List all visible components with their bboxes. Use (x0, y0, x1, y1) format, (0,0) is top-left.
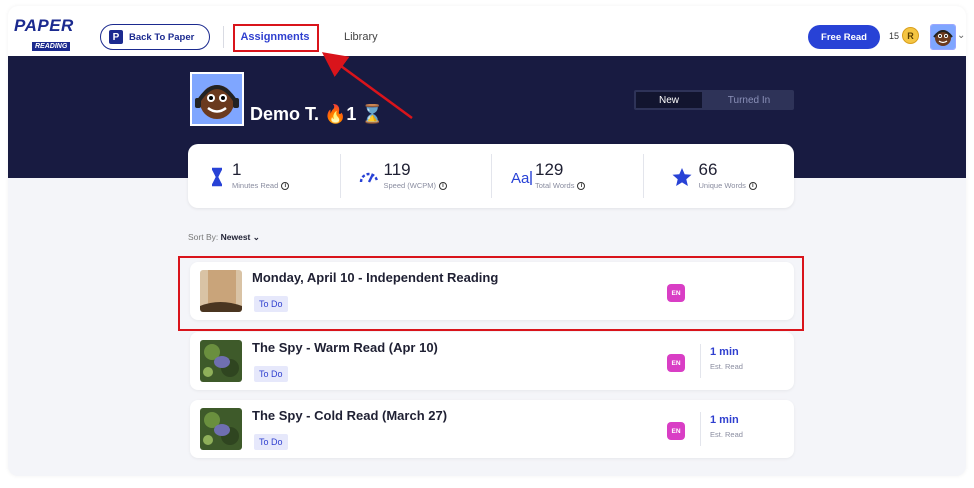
estimated-read-time: 1 min (710, 414, 739, 426)
language-badge: EN (667, 354, 685, 372)
stat-value: 119 (383, 160, 411, 179)
reading-stats-card: 1 Minutes Read i 119 Speed (WCPM) i Aa 129… (188, 144, 794, 208)
stat-value: 129 (535, 160, 564, 179)
avatar-face-icon (192, 74, 242, 124)
estimated-read-label: Est. Read (710, 362, 743, 371)
estimated-read-label: Est. Read (710, 430, 743, 439)
stat-total-words: Aa 129 Total Words i (491, 144, 643, 208)
user-avatar[interactable] (930, 24, 956, 50)
speedometer-icon (359, 172, 378, 183)
assignment-card[interactable]: Monday, April 10 - Independent Reading T… (190, 262, 794, 320)
info-icon[interactable]: i (577, 181, 586, 190)
assignment-title: The Spy - Warm Read (Apr 10) (252, 340, 438, 355)
star-icon (672, 168, 691, 186)
text-size-icon: Aa (511, 170, 532, 187)
divider (700, 344, 701, 378)
status-badge: To Do (254, 434, 288, 450)
paper-reading-logo[interactable]: PAPER READING (14, 17, 76, 51)
estimated-read-time: 1 min (710, 346, 739, 358)
sort-label: Sort By: (188, 232, 219, 242)
assignment-status-toggle: New Turned In (634, 90, 794, 110)
assignment-thumbnail (200, 340, 242, 382)
stat-caption: Total Words (535, 181, 575, 190)
back-to-paper-label: Back To Paper (129, 31, 195, 43)
info-icon[interactable]: i (748, 181, 757, 190)
assignment-card[interactable]: The Spy - Cold Read (March 27) To Do EN … (190, 400, 794, 458)
tab-turned-in[interactable]: Turned In (704, 90, 794, 110)
hourglass-icon (211, 167, 223, 187)
status-badge: To Do (254, 296, 288, 312)
assignment-thumbnail (200, 270, 242, 312)
svg-text:Aa: Aa (511, 170, 530, 187)
coin-icon: R (902, 27, 920, 44)
stat-value: 66 (698, 160, 718, 179)
status-badge: To Do (254, 366, 288, 382)
assignment-thumbnail (200, 408, 242, 450)
nav-divider (223, 26, 224, 48)
coin-count: 15 (889, 30, 900, 41)
language-badge: EN (667, 284, 685, 302)
language-badge: EN (667, 422, 685, 440)
back-to-paper-button[interactable]: P Back To Paper (100, 24, 210, 50)
stat-caption: Unique Words (698, 181, 746, 190)
assignment-card[interactable]: The Spy - Warm Read (Apr 10) To Do EN 1 … (190, 332, 794, 390)
free-read-button[interactable]: Free Read (808, 25, 880, 49)
assignment-title: Monday, April 10 - Independent Reading (252, 270, 499, 285)
info-icon[interactable]: i (281, 181, 290, 190)
sort-dropdown[interactable]: Newest ⌄ (221, 232, 260, 242)
chevron-down-icon[interactable]: ⌄ (957, 30, 965, 41)
assignment-title: The Spy - Cold Read (March 27) (252, 408, 448, 423)
app-window: PAPER READING P Back To Paper Assignment… (8, 6, 966, 476)
stat-caption: Speed (WCPM) (383, 181, 437, 190)
info-icon[interactable]: i (439, 181, 448, 190)
student-name: Demo T. 🔥1 ⌛ (250, 104, 384, 124)
top-nav: PAPER READING P Back To Paper Assignment… (8, 6, 966, 56)
stat-unique-words: 66 Unique Words i (642, 144, 795, 208)
stat-minutes-read: 1 Minutes Read i (188, 144, 340, 208)
tab-library[interactable]: Library (344, 24, 378, 50)
paper-icon: P (109, 30, 123, 44)
tab-assignments[interactable]: Assignments (232, 24, 318, 50)
avatar-face-icon (931, 25, 955, 49)
divider (700, 412, 701, 446)
profile-avatar (190, 72, 244, 126)
tab-new[interactable]: New (636, 92, 702, 108)
sort-control: Sort By: Newest ⌄ (188, 232, 260, 243)
coin-balance: 15 R (889, 27, 920, 44)
stat-caption: Minutes Read (232, 181, 279, 190)
stat-speed: 119 Speed (WCPM) i (339, 144, 492, 208)
stat-value: 1 (232, 160, 242, 179)
